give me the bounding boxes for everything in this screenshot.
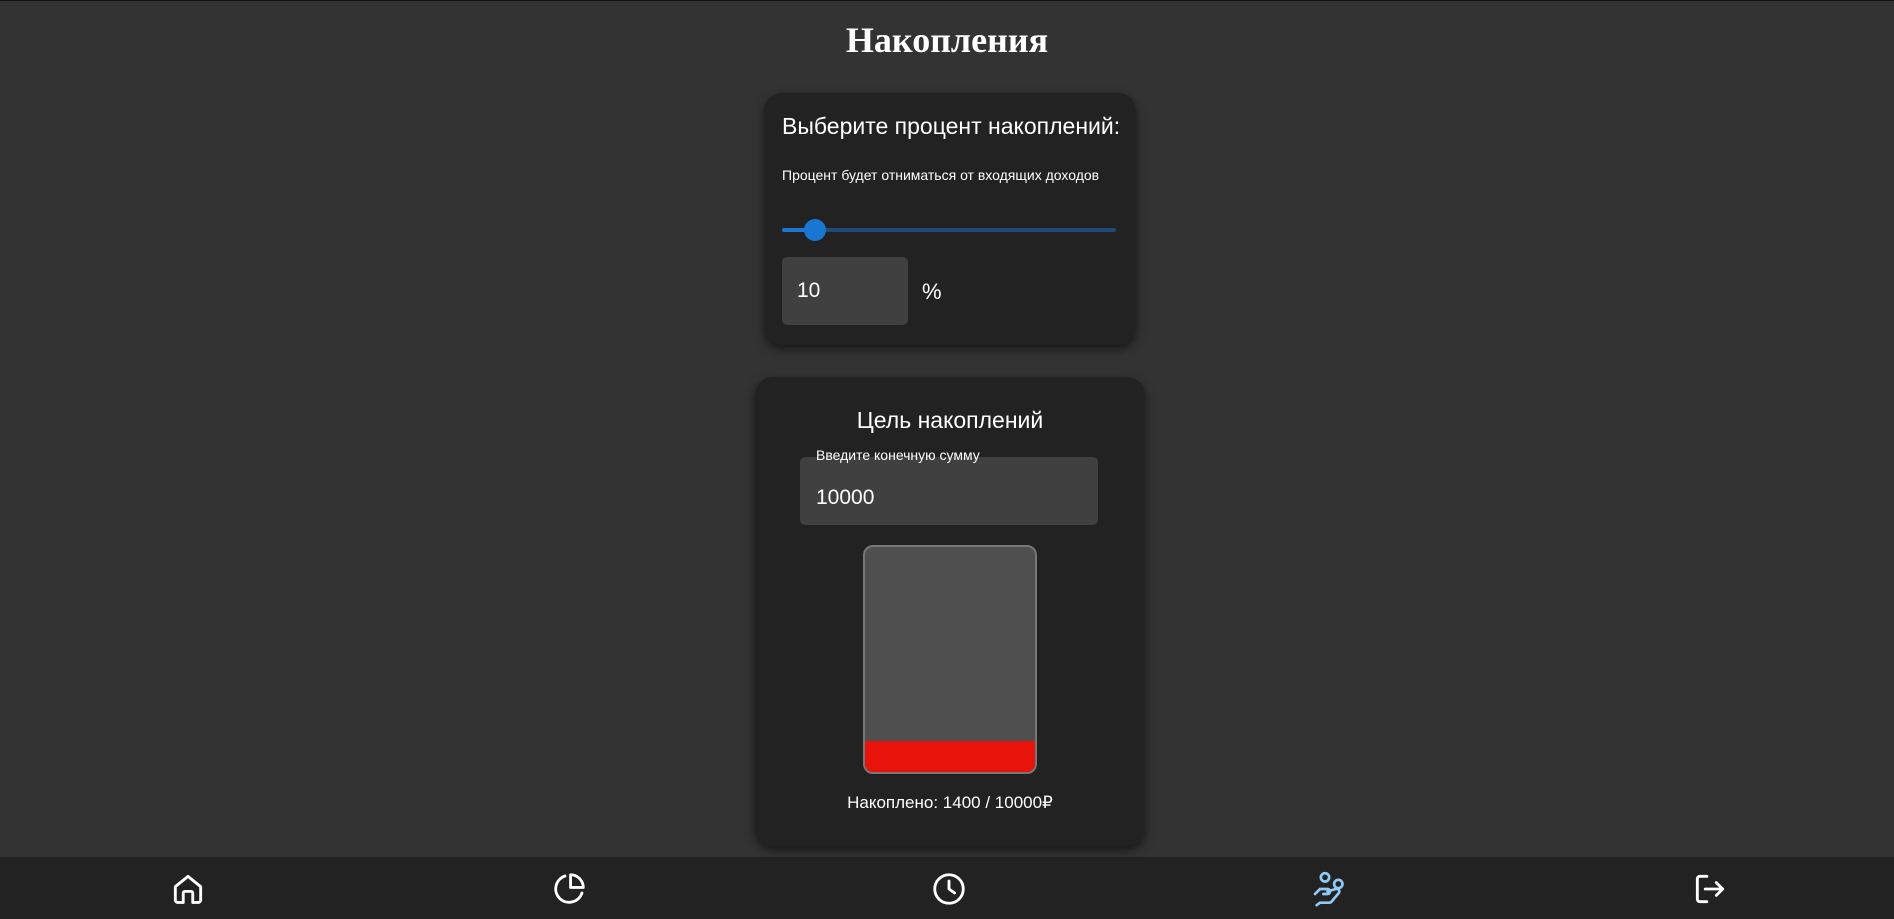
saved-amount-text: Накоплено: 1400 / 10000₽ <box>847 793 1053 812</box>
savings-page: Накопления Выберите процент накоплений: … <box>0 0 1894 919</box>
percent-heading: Выберите процент накоплений: <box>782 113 1121 139</box>
goal-amount-field[interactable]: Введите конечную сумму <box>800 447 1098 525</box>
slider-thumb[interactable] <box>804 219 827 241</box>
nav-savings[interactable] <box>1308 867 1352 911</box>
percent-input[interactable] <box>782 257 908 325</box>
nav-history[interactable] <box>927 867 971 911</box>
savings-progress-fill <box>865 740 1035 772</box>
goal-amount-input[interactable] <box>800 457 1098 525</box>
logout-icon <box>1695 874 1725 904</box>
slider-track <box>782 228 1116 232</box>
nav-logout[interactable] <box>1688 867 1732 911</box>
page-title: Накопления <box>845 20 1049 60</box>
savings-progress-jar <box>863 545 1037 774</box>
savings-hand-icon <box>1313 871 1344 907</box>
pie-chart-icon <box>554 873 585 904</box>
savings-goal-card: Цель накоплений Введите конечную сумму Н… <box>755 377 1145 846</box>
percent-hint: Процент будет отниматься от входящих дох… <box>782 167 1100 183</box>
savings-percent-card: Выберите процент накоплений: Процент буд… <box>764 93 1136 345</box>
bottom-navbar <box>0 857 1894 919</box>
goal-heading: Цель накоплений <box>856 407 1044 433</box>
clock-icon <box>933 873 965 905</box>
percent-slider[interactable] <box>782 219 1116 241</box>
percent-unit: % <box>922 279 942 304</box>
nav-charts[interactable] <box>547 867 591 911</box>
home-icon <box>173 874 203 904</box>
nav-home[interactable] <box>166 867 210 911</box>
goal-amount-label: Введите конечную сумму <box>816 447 980 463</box>
